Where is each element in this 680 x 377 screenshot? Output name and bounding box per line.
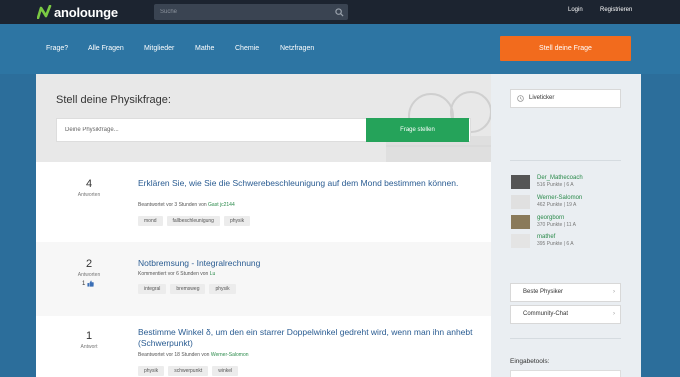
hero-title: Stell deine Physikfrage: (56, 94, 171, 106)
answer-count-label: Antworten (77, 192, 101, 198)
question-title[interactable]: Erklären Sie, wie Sie die Schwerebeschle… (138, 178, 478, 189)
question-row: 4 Antworten Erklären Sie, wie Sie die Sc… (36, 162, 491, 242)
ask-question-button[interactable]: Stell deine Frage (500, 36, 631, 61)
search-icon[interactable] (335, 8, 344, 17)
question-meta: Beantwortet vor 18 Stunden von Werner-Sa… (138, 352, 249, 358)
meta-user[interactable]: Gast jc2144 (208, 202, 235, 208)
tag[interactable]: integral (138, 284, 167, 294)
expert-name[interactable]: Werner-Salomon (537, 195, 582, 201)
input-tools-heading: Eingabetools: (510, 358, 550, 365)
tag[interactable]: physik (138, 366, 165, 376)
chevron-right-icon: › (613, 289, 615, 295)
clock-icon (517, 95, 524, 102)
chevron-right-icon: › (613, 311, 615, 317)
thumbs-up-icon (87, 280, 95, 287)
search-box (154, 4, 348, 20)
divider (510, 160, 621, 161)
expert-name[interactable]: Der_Mathecoach (537, 175, 583, 181)
logo-n-icon (37, 5, 52, 19)
best-physicists-label: Beste Physiker (523, 289, 564, 295)
login-link[interactable]: Login (568, 7, 583, 13)
question-title[interactable]: Bestimme Winkel δ, um den ein starrer Do… (138, 327, 478, 349)
avatar (511, 234, 530, 248)
search-input[interactable] (154, 4, 330, 20)
expert-points: 462 Punkte | 19 A (537, 202, 577, 208)
expert-name[interactable]: georgborn (537, 215, 564, 221)
answer-count: 1 (85, 330, 93, 342)
ask-hero: Stell deine Physikfrage: Frage stellen (36, 74, 491, 162)
nav-item-chemie[interactable]: Chemie (235, 45, 259, 52)
tag[interactable]: mond (138, 216, 163, 226)
top-bar: anolounge Login Registrieren (0, 0, 680, 24)
vote-number: 1 (82, 280, 86, 287)
tag-list: mond fallbeschleunigung physik (138, 216, 254, 226)
register-link[interactable]: Registrieren (600, 7, 632, 13)
liveticker-button[interactable]: Liveticker (510, 89, 621, 108)
tag[interactable]: schwerpunkt (168, 366, 209, 376)
tag[interactable]: physik (223, 216, 251, 226)
tag[interactable]: bremsweg (170, 284, 206, 294)
best-physicists-button[interactable]: Beste Physiker › (510, 283, 621, 302)
logo[interactable]: anolounge (37, 4, 118, 20)
tag-list: integral bremsweg physik (138, 284, 240, 294)
meta-user[interactable]: Werner-Salomon (211, 352, 249, 358)
nav-item-mathe[interactable]: Mathe (195, 45, 214, 52)
community-chat-label: Community-Chat (523, 311, 569, 317)
answer-count-label: Antwort (80, 344, 98, 350)
question-row: 2 Antworten 1 Notbremsung - Integralrech… (36, 242, 491, 316)
question-meta: Beantwortet vor 3 Stunden von Gast jc214… (138, 202, 235, 208)
liveticker-label: Liveticker (529, 95, 555, 101)
nav-item-mitglieder[interactable]: Mitglieder (144, 45, 174, 52)
expert-points: 370 Punkte | 11 A (537, 222, 577, 228)
input-tools-box[interactable] (510, 370, 621, 377)
answer-count-label: Antworten (77, 272, 101, 278)
community-chat-button[interactable]: Community-Chat › (510, 305, 621, 324)
question-meta: Kommentiert vor 6 Stunden von Lu (138, 271, 215, 277)
meta-text: Beantwortet vor 18 Stunden von (138, 352, 210, 358)
question-input[interactable] (57, 119, 362, 141)
nav-item-frage[interactable]: Frage? (46, 45, 68, 52)
divider (510, 338, 621, 339)
question-title[interactable]: Notbremsung - Integralrechnung (138, 258, 478, 269)
avatar (511, 195, 530, 209)
vote-count: 1 (82, 280, 95, 287)
avatar (511, 175, 530, 189)
sidebar: Liveticker Der_Mathecoach 516 Punkte | 6… (491, 74, 641, 377)
tag-list: physik schwerpunkt winkel (138, 366, 242, 376)
submit-question-button[interactable]: Frage stellen (366, 118, 469, 142)
answer-count: 2 (85, 258, 93, 270)
expert-name[interactable]: mathef (537, 234, 555, 240)
meta-user[interactable]: Lu (210, 271, 216, 277)
meta-text: Beantwortet vor 3 Stunden von (138, 202, 207, 208)
meta-text: Kommentiert vor 6 Stunden von (138, 271, 209, 277)
expert-points: 395 Punkte | 6 A (537, 241, 574, 247)
nav-item-alle-fragen[interactable]: Alle Fragen (88, 45, 124, 52)
logo-text: anolounge (54, 4, 118, 20)
answer-count: 4 (85, 178, 93, 190)
tag[interactable]: fallbeschleunigung (166, 216, 220, 226)
expert-points: 516 Punkte | 6 A (537, 182, 574, 188)
tag[interactable]: physik (209, 284, 236, 294)
question-row: 1 Antwort Bestimme Winkel δ, um den ein … (36, 316, 491, 377)
tag[interactable]: winkel (212, 366, 239, 376)
main-panel: Stell deine Physikfrage: Frage stellen 4… (36, 74, 491, 377)
nav-item-netzfragen[interactable]: Netzfragen (280, 45, 314, 52)
avatar (511, 215, 530, 229)
